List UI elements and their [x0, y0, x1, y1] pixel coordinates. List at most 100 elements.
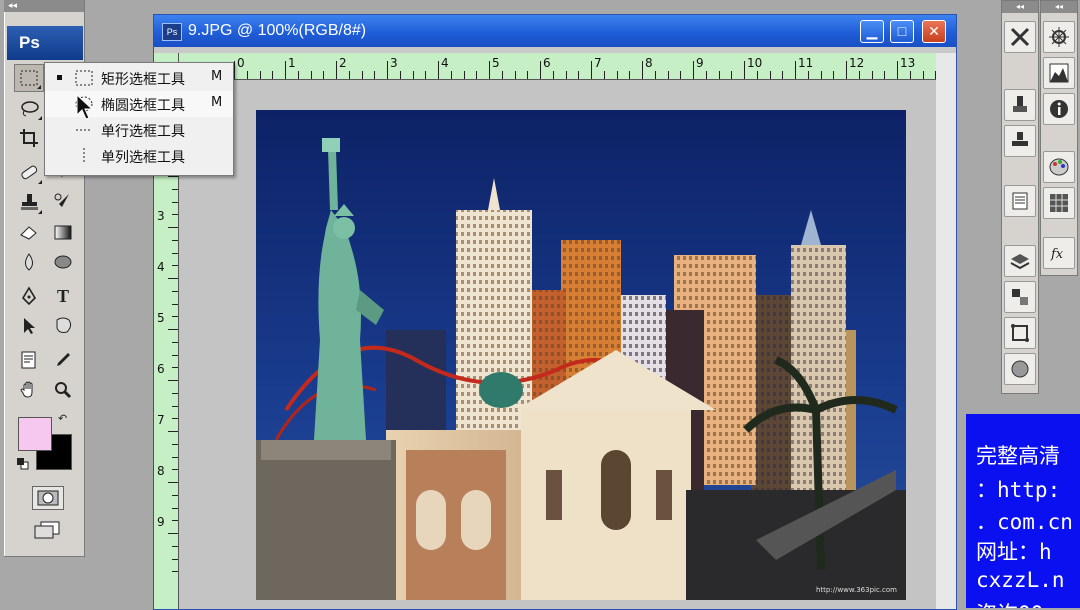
ruler-h-minor-tick: [705, 71, 707, 79]
info-line-6: 咨询QQ: [976, 598, 1043, 608]
healing-brush-tool[interactable]: [14, 158, 44, 186]
histogram-icon: [1049, 63, 1069, 83]
ruler-v-label: 6: [157, 362, 165, 376]
ruler-h-tick: [540, 61, 541, 79]
blur-tool[interactable]: [14, 248, 44, 276]
gradient-tool[interactable]: [48, 218, 78, 246]
ship-wheel-icon: [1049, 27, 1069, 47]
ruler-h-minor-tick: [616, 71, 618, 79]
clone-source-button[interactable]: [1004, 125, 1036, 157]
ruler-h-tick: [897, 61, 898, 79]
vertical-scrollbar[interactable]: [936, 53, 956, 609]
ruler-v-label: 8: [157, 464, 165, 478]
crop-tool[interactable]: [14, 124, 44, 152]
channels-panel-button[interactable]: [1004, 281, 1036, 313]
ruler-h-minor-tick: [769, 71, 771, 79]
type-tool[interactable]: T: [48, 282, 78, 310]
ruler-h-minor-tick: [807, 71, 809, 79]
hand-tool[interactable]: [14, 376, 44, 404]
close-button[interactable]: ✕: [922, 20, 946, 43]
document-title-bar[interactable]: Ps 9.JPG @ 100%(RGB/8#) ▁ □ ✕: [154, 15, 956, 47]
ruler-h-tick: [285, 61, 286, 79]
ruler-h-minor-tick: [272, 71, 274, 79]
tools-preset-button[interactable]: [1004, 21, 1036, 53]
notes-panel-button[interactable]: [1004, 185, 1036, 217]
minimize-button[interactable]: ▁: [860, 20, 884, 43]
panel-dock-grip-right[interactable]: ◂◂: [1041, 1, 1077, 13]
ruler-v-tick: [168, 227, 178, 228]
crossed-tools-icon: [1010, 27, 1030, 47]
actions-panel-button[interactable]: [1004, 353, 1036, 385]
navigator-panel-button[interactable]: [1043, 21, 1075, 53]
styles-panel-button[interactable]: fx: [1043, 237, 1075, 269]
document-title: 9.JPG @ 100%(RGB/8#): [188, 22, 367, 39]
lasso-tool[interactable]: [14, 94, 44, 122]
canvas-area[interactable]: http://www.363pic.com: [179, 80, 956, 609]
ruler-v-minor-tick: [172, 520, 178, 522]
history-brush-icon: [54, 193, 69, 207]
layers-panel-button[interactable]: [1004, 245, 1036, 277]
ps-logo[interactable]: Ps: [7, 26, 83, 60]
ruler-v-label: 5: [157, 311, 165, 325]
dodge-tool[interactable]: [48, 248, 78, 276]
ruler-h-minor-tick: [246, 71, 248, 79]
ruler-h-minor-tick: [782, 71, 784, 79]
pen-tool[interactable]: [14, 282, 44, 310]
single-column-marquee-item[interactable]: 单列选框工具: [45, 143, 233, 169]
ruler-v-minor-tick: [172, 188, 178, 190]
rectangular-marquee-item[interactable]: 矩形选框工具 M: [45, 65, 233, 91]
document-window: Ps 9.JPG @ 100%(RGB/8#) ▁ □ ✕ 0123456789…: [153, 14, 957, 610]
ruler-h-label: 2: [339, 56, 347, 70]
city-photo[interactable]: http://www.363pic.com: [256, 110, 906, 600]
panel-dock-grip[interactable]: ◂◂: [1002, 1, 1038, 13]
paths-panel-button[interactable]: [1004, 317, 1036, 349]
default-colors-icon[interactable]: [17, 458, 29, 470]
custom-shape-tool[interactable]: [48, 312, 78, 340]
zoom-tool[interactable]: [48, 376, 78, 404]
ruler-v-minor-tick: [172, 214, 178, 216]
color-panel-button[interactable]: [1043, 151, 1075, 183]
ruler-v-minor-tick: [172, 545, 178, 547]
bandage-icon: [21, 165, 38, 180]
swap-colors-icon[interactable]: ↶: [58, 412, 67, 425]
eraser-tool[interactable]: [14, 218, 44, 246]
ruler-h-minor-tick: [552, 71, 554, 79]
ruler-h-tick: [744, 61, 745, 79]
info-line-2: ：http:: [976, 478, 1061, 502]
histogram-panel-button[interactable]: [1043, 57, 1075, 89]
foreground-color-swatch[interactable]: [18, 417, 52, 451]
elliptical-marquee-item[interactable]: 椭圆选框工具 M: [45, 91, 233, 117]
ruler-h-minor-tick: [718, 71, 720, 79]
ruler-v-minor-tick: [172, 367, 178, 369]
ruler-v-minor-tick: [172, 558, 178, 560]
clone-stamp-tool[interactable]: [14, 188, 44, 216]
eyedropper-tool[interactable]: [48, 346, 78, 374]
swatches-panel-button[interactable]: [1043, 187, 1075, 219]
quick-mask-button[interactable]: [32, 486, 64, 510]
info-panel-button[interactable]: [1043, 93, 1075, 125]
ruler-h-minor-tick: [667, 71, 669, 79]
history-brush-tool[interactable]: [48, 188, 78, 216]
single-row-marquee-item[interactable]: 单行选框工具: [45, 117, 233, 143]
ruler-h-label: 13: [900, 56, 916, 70]
maximize-button[interactable]: □: [890, 20, 914, 43]
ruler-h-label: 10: [747, 56, 763, 70]
paths-icon: [1011, 324, 1029, 342]
screen-mode-button[interactable]: [32, 518, 62, 542]
rectangle-marquee-icon: [75, 70, 93, 86]
marquee-tool[interactable]: [14, 64, 44, 92]
toolbox-grip[interactable]: ◂◂: [4, 0, 84, 12]
ruler-h-tick: [438, 61, 439, 79]
ruler-h-minor-tick: [310, 71, 312, 79]
path-selection-tool[interactable]: [14, 312, 44, 340]
ruler-h-label: 3: [390, 56, 398, 70]
panel-dock-left: ◂◂: [1001, 0, 1039, 394]
horizontal-ruler[interactable]: 0 1 2 3 4 5 6 7 8 9 10 11 12 13: [178, 53, 954, 80]
lasso-icon: [21, 101, 39, 117]
ruler-h-minor-tick: [463, 71, 465, 79]
ruler-h-label: 4: [441, 56, 449, 70]
ruler-h-minor-tick: [578, 71, 580, 79]
info-line-4: 网址：h: [976, 540, 1052, 564]
notes-tool[interactable]: [14, 346, 44, 374]
brushes-panel-button[interactable]: [1004, 89, 1036, 121]
